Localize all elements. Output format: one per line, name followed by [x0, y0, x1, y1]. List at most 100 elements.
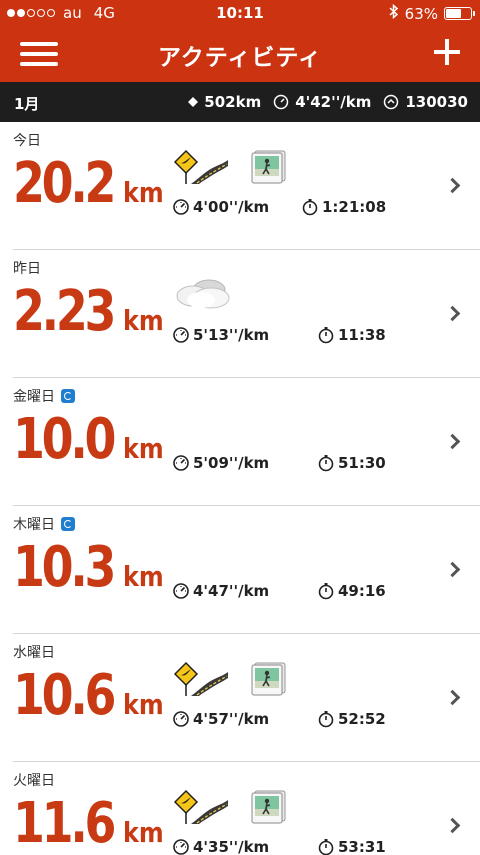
- photo-icon: [251, 662, 287, 700]
- activity-pace: 4'00''/km: [172, 198, 269, 216]
- photo-icon: [251, 790, 287, 828]
- activity-pace: 5'13''/km: [172, 326, 269, 344]
- pace-gauge-icon: [172, 454, 190, 472]
- activity-duration: 51:30: [317, 454, 386, 472]
- activity-day-label: 金曜日: [13, 386, 75, 406]
- activity-distance-unit: km: [123, 304, 164, 337]
- diamond-icon: [188, 97, 199, 107]
- activity-row[interactable]: 火曜日 11.6 km 4'35''/km 53:31: [13, 762, 480, 855]
- activity-pace-value: 4'57''/km: [193, 710, 270, 728]
- activity-duration-value: 11:38: [338, 326, 386, 344]
- activity-duration: 53:31: [317, 838, 386, 855]
- activity-day-label: 火曜日: [13, 770, 55, 790]
- pace-gauge-icon: [172, 582, 190, 600]
- activity-distance-unit: km: [123, 816, 164, 849]
- activity-row[interactable]: 金曜日 10.0 km 5'09''/km 51:30: [13, 378, 480, 506]
- activity-pace-value: 5'13''/km: [193, 326, 270, 344]
- activity-day-text: 水曜日: [13, 645, 55, 661]
- activity-day-label: 木曜日: [13, 514, 75, 534]
- activity-day-label: 昨日: [13, 258, 41, 278]
- activity-duration: 1:21:08: [301, 198, 386, 216]
- photo-icon: [251, 150, 287, 188]
- activity-duration: 52:52: [317, 710, 386, 728]
- activity-duration-value: 51:30: [338, 454, 386, 472]
- chevron-right-icon[interactable]: [444, 817, 461, 834]
- activity-day-text: 火曜日: [13, 773, 55, 789]
- status-bar: au 4G 10:11 63%: [0, 0, 480, 26]
- summary-pace: 4'42''/km: [273, 93, 371, 111]
- activity-distance: 11.6 km: [13, 796, 171, 852]
- activity-distance: 2.23 km: [13, 284, 171, 340]
- activity-row[interactable]: 木曜日 10.3 km 4'47''/km 49:16: [13, 506, 480, 634]
- status-right: 63%: [389, 3, 475, 23]
- activity-row[interactable]: 水曜日 10.6 km 4'57''/km 52:52: [13, 634, 480, 762]
- summary-month: 1月: [14, 95, 40, 113]
- activity-distance: 20.2 km: [13, 156, 171, 212]
- nav-bar: アクティビティ: [0, 26, 480, 82]
- activity-icons: [173, 148, 287, 190]
- cloudy-weather-icon: [173, 276, 233, 314]
- monthly-summary-bar: 1月 502km 4'42''/km 130030: [0, 82, 480, 122]
- pace-gauge-icon: [273, 94, 289, 110]
- activity-day-text: 今日: [13, 133, 41, 149]
- stopwatch-icon: [317, 710, 335, 728]
- activity-distance: 10.3 km: [13, 540, 171, 596]
- activity-duration: 49:16: [317, 582, 386, 600]
- activity-distance: 10.0 km: [13, 412, 171, 468]
- activity-icons: [173, 276, 233, 314]
- chevron-right-icon[interactable]: [444, 433, 461, 450]
- pace-gauge-icon: [172, 710, 190, 728]
- activity-day-text: 昨日: [13, 261, 41, 277]
- route-sign-icon: [173, 660, 229, 702]
- activity-pace: 4'47''/km: [172, 582, 269, 600]
- activity-distance-value: 10.6: [13, 663, 116, 728]
- add-activity-button[interactable]: [434, 39, 460, 65]
- activity-distance-unit: km: [123, 560, 164, 593]
- nikefuel-icon: [383, 94, 399, 110]
- chevron-right-icon[interactable]: [444, 689, 461, 706]
- activity-pace-value: 4'47''/km: [193, 582, 270, 600]
- activity-day-label: 今日: [13, 130, 41, 150]
- activity-pace: 4'35''/km: [172, 838, 269, 855]
- activity-distance-value: 2.23: [13, 279, 116, 344]
- stopwatch-icon: [301, 198, 319, 216]
- chevron-right-icon[interactable]: [444, 177, 461, 194]
- activity-icons: [173, 788, 287, 830]
- activity-distance-unit: km: [123, 176, 164, 209]
- activity-duration: 11:38: [317, 326, 386, 344]
- summary-distance: 502km: [188, 93, 261, 111]
- bluetooth-icon: [389, 3, 399, 23]
- summary-stats: 502km 4'42''/km 130030: [176, 93, 468, 111]
- page-title: アクティビティ: [157, 45, 323, 71]
- chevron-right-icon[interactable]: [444, 561, 461, 578]
- stopwatch-icon: [317, 582, 335, 600]
- battery-level: [446, 9, 462, 18]
- route-sign-icon: [173, 148, 229, 190]
- battery-icon: [444, 7, 475, 20]
- activity-day-label: 水曜日: [13, 642, 55, 662]
- activity-duration-value: 1:21:08: [322, 198, 387, 216]
- activity-distance-unit: km: [123, 688, 164, 721]
- activity-row[interactable]: 今日 20.2 km 4'00''/km 1:21:08: [13, 122, 480, 250]
- chevron-right-icon[interactable]: [444, 305, 461, 322]
- pace-gauge-icon: [172, 326, 190, 344]
- activity-list: 今日 20.2 km 4'00''/km 1:21:08 昨日 2.23 km 5'13''/…: [0, 122, 480, 855]
- activity-distance-value: 11.6: [13, 791, 116, 855]
- activity-distance-value: 20.2: [13, 151, 116, 216]
- activity-pace-value: 4'35''/km: [193, 838, 270, 855]
- battery-percent: 63%: [404, 4, 438, 23]
- activity-row[interactable]: 昨日 2.23 km 5'13''/km 11:38: [13, 250, 480, 378]
- activity-day-text: 金曜日: [13, 389, 55, 405]
- activity-pace-value: 5'09''/km: [193, 454, 270, 472]
- stopwatch-icon: [317, 454, 335, 472]
- summary-distance-value: 502km: [204, 93, 262, 111]
- activity-distance-value: 10.3: [13, 535, 116, 600]
- activity-distance: 10.6 km: [13, 668, 171, 724]
- summary-fuel-value: 130030: [405, 93, 468, 111]
- activity-day-text: 木曜日: [13, 517, 55, 533]
- route-sign-icon: [173, 788, 229, 830]
- activity-icons: [173, 660, 287, 702]
- summary-pace-value: 4'42''/km: [295, 93, 372, 111]
- activity-duration-value: 53:31: [338, 838, 386, 855]
- activity-pace: 5'09''/km: [172, 454, 269, 472]
